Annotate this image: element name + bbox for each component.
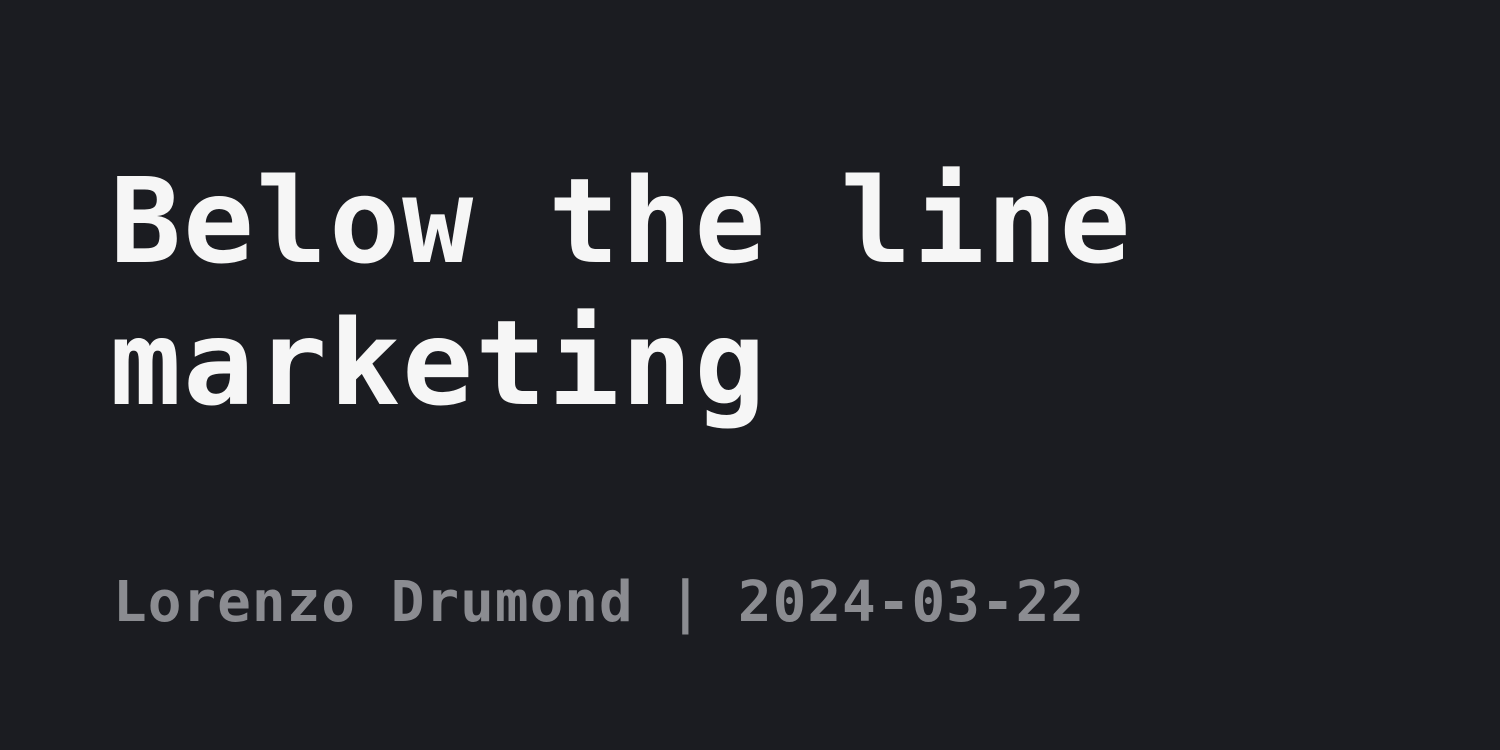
post-card: Below the line marketing Lorenzo Drumond…	[0, 0, 1500, 750]
meta-separator: |	[668, 570, 704, 635]
post-meta: Lorenzo Drumond | 2024-03-22	[113, 568, 1313, 638]
post-title: Below the line marketing	[110, 152, 1133, 432]
author-name: Lorenzo Drumond	[113, 570, 634, 635]
post-date: 2024-03-22	[737, 570, 1086, 635]
